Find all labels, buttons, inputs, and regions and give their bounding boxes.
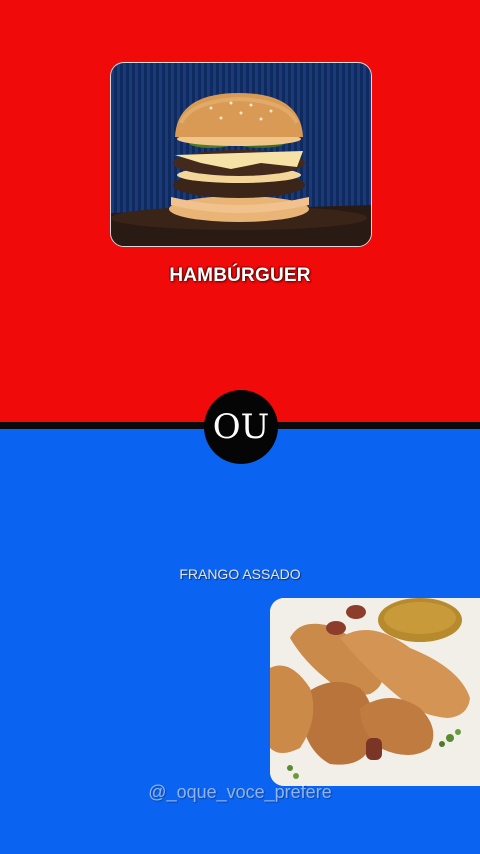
burger-image[interactable] — [110, 62, 372, 247]
option-bottom-label: FRANGO ASSADO — [179, 566, 301, 582]
ou-badge: OU — [204, 390, 278, 464]
ou-text: OU — [212, 407, 270, 447]
watermark: @_oque_voce_prefere — [148, 782, 332, 802]
roast-chicken-image[interactable] — [270, 598, 480, 786]
option-top-label: HAMBÚRGUER — [169, 265, 311, 286]
